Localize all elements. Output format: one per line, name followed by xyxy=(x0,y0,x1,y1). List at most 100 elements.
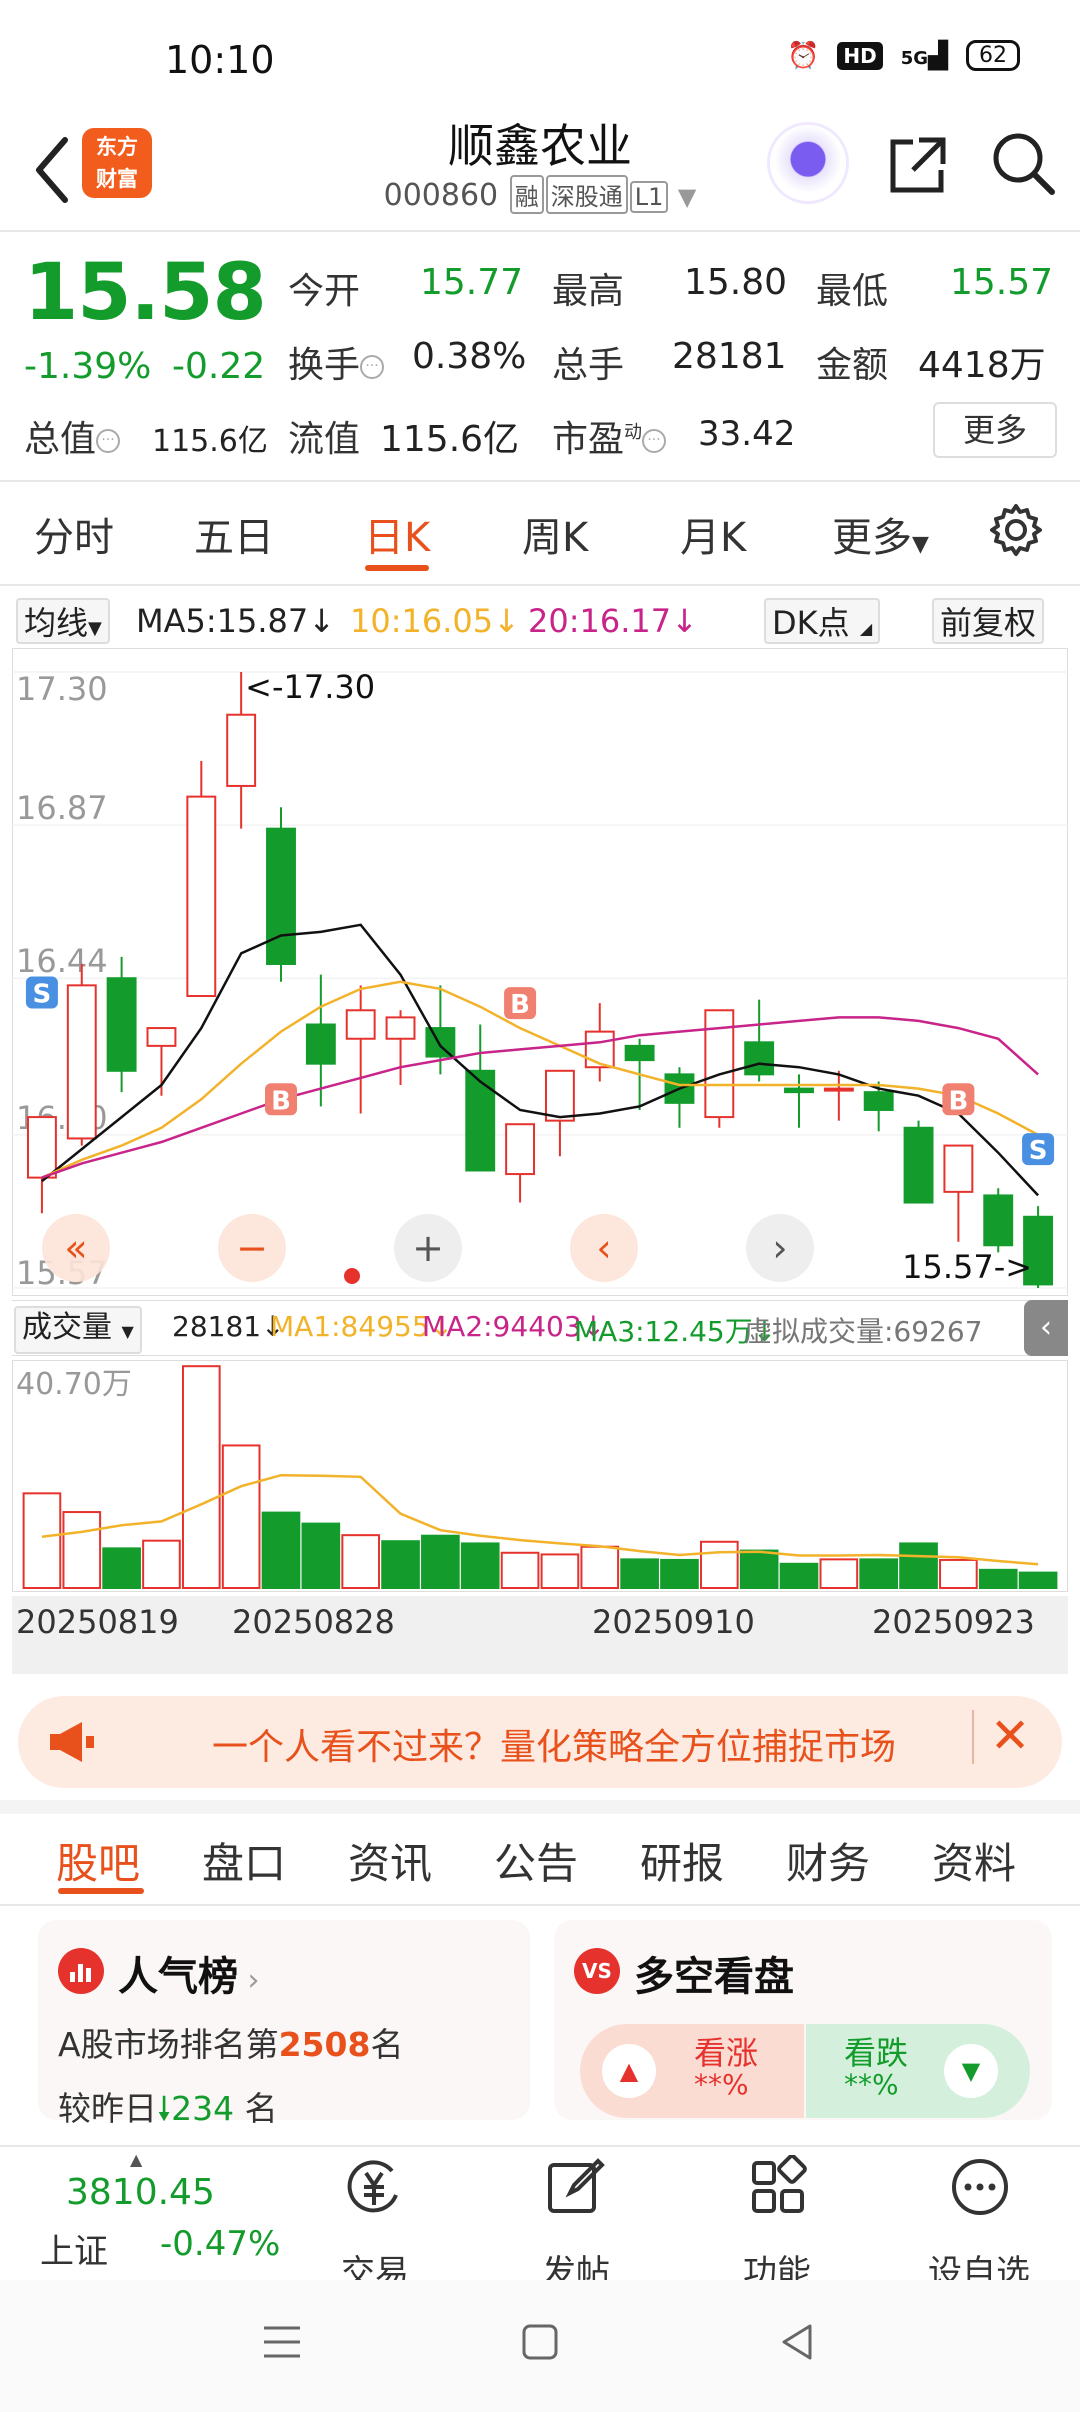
indicator-type-select[interactable]: 均线▼ xyxy=(16,598,110,644)
float-label: 流值 xyxy=(288,419,361,460)
volume-type-select[interactable]: 成交量 ▼ xyxy=(14,1306,142,1354)
volume-bar xyxy=(899,1542,938,1590)
volume-chart: 40.70万 xyxy=(12,1360,1068,1592)
volume-bar xyxy=(460,1542,500,1590)
candle xyxy=(146,1027,177,1047)
index-name: 上证 xyxy=(40,2232,108,2272)
date-tick: 20250923 xyxy=(872,1603,1035,1641)
popularity-rank-line: A股市场排名第2508名 xyxy=(58,2025,404,2064)
page-indicator-dot xyxy=(344,1268,360,1284)
index-value[interactable]: 3810.45 xyxy=(66,2172,215,2213)
close-icon[interactable]: ✕ xyxy=(990,1708,1030,1764)
tag-margin: 融 xyxy=(509,175,544,214)
volume-bar xyxy=(699,1540,739,1589)
candle xyxy=(66,984,97,1140)
down-triangle-icon: ▼ xyxy=(944,2044,998,2098)
bullish-value: **% xyxy=(694,2068,749,2101)
tab-news[interactable]: 资讯 xyxy=(348,1830,432,1891)
section-tabs-divider xyxy=(0,1904,1080,1906)
candle xyxy=(425,1027,456,1058)
volume-bar xyxy=(1018,1571,1058,1589)
zoom-in-button-glyph: + xyxy=(412,1226,444,1270)
volume-y-tick: 40.70万 xyxy=(16,1367,132,1402)
dropdown-triangle-icon: ▼ xyxy=(677,183,697,211)
candle xyxy=(305,1023,336,1065)
info-icon: ··· xyxy=(642,429,667,453)
signal-icon: 5G▟ xyxy=(900,40,948,71)
vs-icon: VS xyxy=(574,1948,620,1994)
popularity-delta-line: 较昨日🠗234 名 xyxy=(58,2089,278,2128)
open-value: 15.77 xyxy=(420,262,524,303)
volume-bar xyxy=(939,1558,978,1589)
amount-label: 金额 xyxy=(816,345,889,386)
share-icon[interactable] xyxy=(885,132,951,198)
tab-intraday[interactable]: 分时 xyxy=(34,505,114,563)
tab-financials[interactable]: 财务 xyxy=(786,1830,870,1891)
dk-point-button[interactable]: DK点 ◢ xyxy=(764,598,881,644)
adjust-button[interactable]: 前复权 xyxy=(932,598,1045,644)
post-edit-icon[interactable] xyxy=(544,2155,608,2219)
home-icon[interactable] xyxy=(520,2322,560,2362)
section-gap xyxy=(0,1800,1080,1814)
more-dots-icon[interactable] xyxy=(948,2155,1012,2219)
collapse-panel-button[interactable]: ‹ xyxy=(1024,1300,1068,1356)
volume-bar xyxy=(301,1522,341,1589)
tab-profile[interactable]: 资料 xyxy=(932,1830,1016,1891)
tab-announcements[interactable]: 公告 xyxy=(494,1830,578,1891)
settings-gear-icon[interactable] xyxy=(988,502,1044,558)
candlestick-chart[interactable]: 17.3016.8716.4416.0015.57<-17.3015.57->S… xyxy=(12,648,1068,1296)
tab-forum[interactable]: 股吧 xyxy=(56,1830,140,1891)
signal-badge-letter: B xyxy=(948,1086,968,1116)
tab-research[interactable]: 研报 xyxy=(640,1830,724,1891)
open-label: 今开 xyxy=(288,271,361,312)
trade-yen-icon[interactable] xyxy=(342,2155,406,2219)
high-label: 最高 xyxy=(552,271,625,312)
back-nav-icon[interactable] xyxy=(776,2320,820,2364)
tab-orderbook[interactable]: 盘口 xyxy=(202,1830,286,1891)
tab-weekly-k[interactable]: 周K xyxy=(522,505,588,563)
volume-bar xyxy=(181,1365,221,1589)
candle xyxy=(784,1087,814,1094)
status-time: 10:10 xyxy=(165,38,275,82)
status-bar: 10:10 ⏰ HD 5G▟ 62 xyxy=(0,0,1080,120)
search-icon[interactable] xyxy=(990,130,1056,196)
features-grid-icon[interactable] xyxy=(746,2155,810,2219)
candle xyxy=(266,827,296,965)
signal-badge-letter: B xyxy=(271,1086,291,1116)
more-button[interactable]: 更多 xyxy=(933,402,1057,458)
pe-label[interactable]: 市盈动 ··· xyxy=(552,410,667,462)
scroll-right-button-glyph: › xyxy=(772,1226,787,1270)
turnover-value: 0.38% xyxy=(412,336,527,377)
current-price: 15.58 xyxy=(24,248,267,338)
bearish-value: **% xyxy=(844,2068,899,2101)
high-value: 15.80 xyxy=(684,262,788,303)
tab-daily-k[interactable]: 日K xyxy=(364,505,430,563)
mktcap-label[interactable]: 总值 ··· xyxy=(24,410,121,462)
date-tick: 20250828 xyxy=(232,1603,395,1641)
candle xyxy=(544,1069,575,1122)
virtual-volume-readout: 虚拟成交量:69267 xyxy=(744,1315,983,1348)
info-icon: ··· xyxy=(360,355,385,379)
battery-icon: 62 xyxy=(966,40,1020,71)
change-amount: -0.22 xyxy=(172,346,266,387)
assistant-robot-icon[interactable] xyxy=(770,125,846,201)
float-value: 115.6亿 xyxy=(380,419,520,460)
volume-bar xyxy=(620,1558,659,1589)
candle xyxy=(983,1194,1014,1247)
turnover-label[interactable]: 换手 ··· xyxy=(288,336,385,388)
tab-more[interactable]: 更多▼ xyxy=(832,505,929,563)
info-icon: ··· xyxy=(96,429,121,453)
tab-monthly-k[interactable]: 月K xyxy=(680,505,746,563)
volume-bar xyxy=(62,1511,102,1589)
menu-icon[interactable] xyxy=(260,2322,304,2362)
caret-up-icon: ▲ xyxy=(130,2150,143,2169)
volume-bar xyxy=(381,1540,420,1589)
status-icons: ⏰ HD 5G▟ 62 xyxy=(787,40,1020,71)
stock-code: 000860 xyxy=(383,178,499,213)
y-tick-label: 16.87 xyxy=(16,789,108,827)
signal-badge-letter: S xyxy=(1029,1136,1048,1166)
volume-bar xyxy=(580,1545,620,1589)
tab-five-day[interactable]: 五日 xyxy=(194,505,274,563)
volume-bar xyxy=(421,1534,460,1589)
alarm-icon: ⏰ xyxy=(786,40,820,71)
